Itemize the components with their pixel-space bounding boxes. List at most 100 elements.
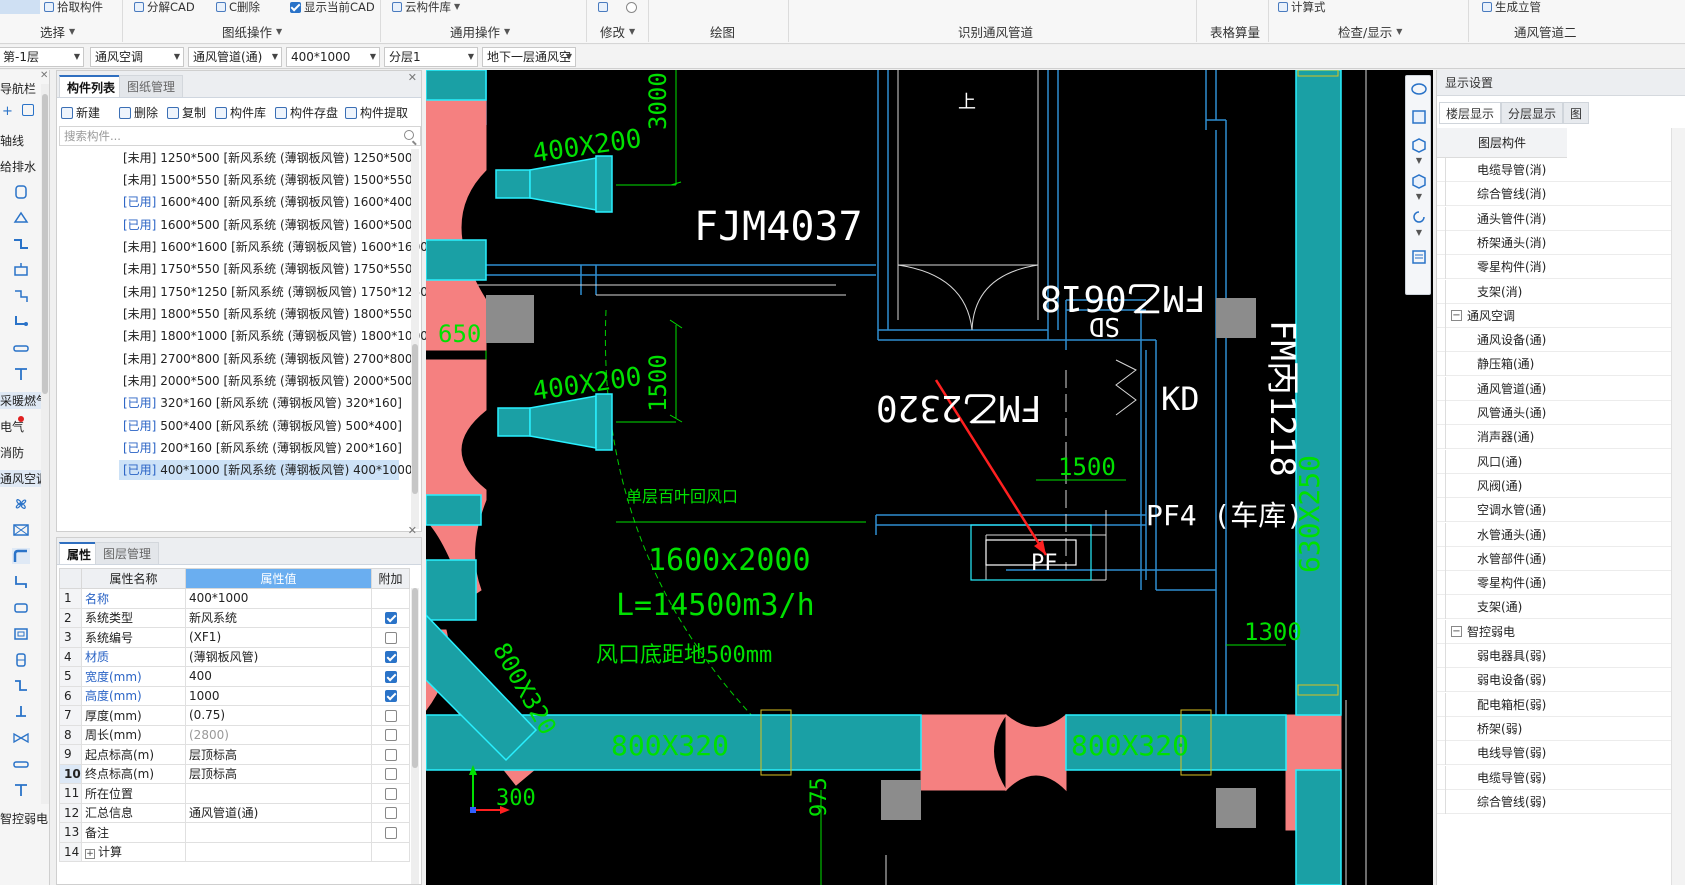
- tab-floor-display[interactable]: 楼层显示: [1439, 102, 1502, 124]
- property-value[interactable]: (XF1): [185, 627, 372, 648]
- component-item[interactable]: [未用] 1800*1000 [新风系统 (薄钢板风管) 1800*1000]: [119, 326, 433, 346]
- property-value[interactable]: 400*1000: [185, 588, 372, 609]
- generate-riser-button[interactable]: 生成立管: [1482, 0, 1541, 14]
- panel-close-icon[interactable]: ✕: [408, 71, 417, 84]
- property-value[interactable]: [185, 783, 372, 804]
- floor-select[interactable]: 第-1层 ▼: [0, 47, 84, 67]
- group-check-display[interactable]: 检查/显示 ▼: [1338, 22, 1402, 40]
- group-duct-two[interactable]: 通风管道二: [1514, 22, 1577, 40]
- drawing-select[interactable]: 地下一层通风空 ▼: [482, 47, 576, 67]
- water-valve-icon[interactable]: [12, 730, 30, 746]
- tab-properties[interactable]: 属性: [59, 542, 100, 564]
- property-row[interactable]: 10 终点标高(m) 层顶标高: [59, 763, 410, 784]
- component-item[interactable]: [已用] 1600*400 [新风系统 (薄钢板风管) 1600*400]: [119, 192, 417, 212]
- nav-edit-icon[interactable]: [22, 104, 34, 116]
- property-row[interactable]: 2 系统类型 新风系统: [59, 607, 410, 628]
- property-row[interactable]: 4 材质 (薄钢板风管): [59, 646, 410, 667]
- layer-component-row[interactable]: 风管通头(通): [1437, 401, 1685, 425]
- component-item[interactable]: [未用] 1250*500 [新风系统 (薄钢板风管) 1250*500]: [119, 148, 417, 168]
- box-icon[interactable]: [12, 626, 30, 642]
- property-value[interactable]: [185, 822, 372, 843]
- show-current-cad-checkbox[interactable]: 显示当前CAD: [290, 0, 375, 14]
- component-size-select[interactable]: 400*1000 ▼: [286, 47, 380, 67]
- checkbox[interactable]: [385, 807, 397, 820]
- layer-group-row[interactable]: − 通风空调: [1437, 303, 1685, 328]
- component-item[interactable]: [未用] 1600*1600 [新风系统 (薄钢板风管) 1600*1600]: [119, 237, 433, 257]
- component-list-scroll-thumb[interactable]: [412, 344, 418, 494]
- tab-drawing-display[interactable]: 图: [1563, 102, 1590, 124]
- right-panel-scrollbar[interactable]: [1671, 128, 1685, 885]
- explode-cad-button[interactable]: 分解CAD: [134, 0, 195, 14]
- view-settings-icon[interactable]: [1410, 248, 1428, 266]
- delete-cad-button[interactable]: C删除: [216, 0, 260, 14]
- property-row[interactable]: 7 厚度(mm) (0.75): [59, 705, 410, 726]
- new-component-button[interactable]: 新建: [61, 104, 100, 121]
- component-library-button[interactable]: 构件库: [215, 104, 266, 121]
- nav-scrollbar[interactable]: [41, 84, 49, 804]
- group-common-ops[interactable]: 通用操作 ▼: [450, 22, 510, 40]
- nav-item-smart-weak[interactable]: 智控弱电: [0, 810, 48, 827]
- 3d-view-icon[interactable]: [1410, 108, 1428, 126]
- sanitary-fixture-icon[interactable]: [12, 184, 30, 200]
- property-value[interactable]: 1000: [185, 685, 372, 706]
- property-row[interactable]: 14 + 计算: [59, 841, 410, 862]
- extract-component-button[interactable]: 构件提取: [345, 104, 408, 121]
- property-value[interactable]: [185, 841, 372, 862]
- panel-close-icon[interactable]: ✕: [408, 524, 417, 537]
- bracket-icon[interactable]: [12, 782, 30, 798]
- layer-component-row[interactable]: 水管部件(通): [1437, 546, 1685, 571]
- layer-component-row[interactable]: 消声器(通): [1437, 425, 1685, 450]
- property-row[interactable]: 9 起点标高(m) 层顶标高: [59, 744, 410, 765]
- discipline-select[interactable]: 通风空调 ▼: [90, 47, 184, 67]
- property-value[interactable]: 通风管道(通): [185, 802, 372, 823]
- property-row[interactable]: 3 系统编号 (XF1): [59, 627, 410, 648]
- checkbox[interactable]: [385, 768, 397, 781]
- property-row[interactable]: 1 名称 400*1000: [59, 588, 410, 609]
- component-item[interactable]: [已用] 500*400 [新风系统 (薄钢板风管) 500*400]: [119, 416, 402, 436]
- layer-component-row[interactable]: 弱电器具(弱): [1437, 644, 1685, 668]
- component-item[interactable]: [未用] 1800*550 [新风系统 (薄钢板风管) 1800*550]: [119, 304, 417, 324]
- nav-item-heating-gas[interactable]: 采暖燃气: [0, 392, 48, 409]
- group-drawing-ops[interactable]: 图纸操作 ▼: [222, 22, 282, 40]
- tab-layer-display[interactable]: 分层显示: [1501, 102, 1564, 124]
- cloud-library-button[interactable]: 云构件库 ▼: [392, 0, 460, 14]
- nav-item-axis[interactable]: 轴线: [0, 132, 24, 149]
- property-value[interactable]: (0.75): [185, 705, 372, 726]
- property-value[interactable]: (薄钢板风管): [185, 646, 372, 667]
- property-row[interactable]: 6 高度(mm) 1000: [59, 685, 410, 706]
- layer-component-row[interactable]: 支架(通): [1437, 595, 1685, 620]
- property-value[interactable]: (2800): [185, 724, 372, 745]
- component-item[interactable]: [已用] 1600*500 [新风系统 (薄钢板风管) 1600*500]: [119, 215, 417, 235]
- layer-component-row[interactable]: 通风设备(通): [1437, 328, 1685, 353]
- group-table-calc[interactable]: 表格算量: [1210, 22, 1260, 40]
- property-row[interactable]: 5 宽度(mm) 400: [59, 666, 410, 687]
- layer-component-row[interactable]: 静压箱(通): [1437, 352, 1685, 377]
- property-value[interactable]: 层顶标高: [185, 744, 372, 765]
- component-item[interactable]: [未用] 1750*1250 [新风系统 (薄钢板风管) 1750*1250]: [119, 282, 433, 302]
- connector-icon[interactable]: [12, 340, 30, 356]
- layer-component-row[interactable]: 风口(通): [1437, 449, 1685, 474]
- equipment-icon[interactable]: [12, 210, 30, 226]
- checkbox[interactable]: [385, 787, 397, 800]
- component-item[interactable]: [未用] 2000*500 [新风系统 (薄钢板风管) 2000*500]: [119, 371, 417, 391]
- layer-component-row[interactable]: 空调水管(通): [1437, 498, 1685, 523]
- layer-component-row[interactable]: 风阀(通): [1437, 473, 1685, 498]
- nav-scroll-thumb[interactable]: [42, 94, 48, 394]
- properties-scrollbar[interactable]: [411, 588, 419, 884]
- pick-component-button[interactable]: 拾取构件: [44, 0, 103, 14]
- layer-component-row[interactable]: 弱电设备(弱): [1437, 668, 1685, 693]
- component-list-scrollbar[interactable]: [411, 149, 419, 529]
- group-modify[interactable]: 修改 ▼: [600, 22, 635, 40]
- layer-component-row[interactable]: 支架(消): [1437, 279, 1685, 304]
- layer-component-row[interactable]: 综合管线(消): [1437, 182, 1685, 207]
- pipe-part-icon[interactable]: [12, 756, 30, 772]
- copy-component-button[interactable]: 复制: [167, 104, 206, 121]
- component-item[interactable]: [已用] 320*160 [新风系统 (薄钢板风管) 320*160]: [119, 393, 402, 413]
- layer-group-row[interactable]: − 智控弱电: [1437, 619, 1685, 644]
- component-item[interactable]: [已用] 200*160 [新风系统 (薄钢板风管) 200*160]: [119, 438, 402, 458]
- checkbox-checked[interactable]: [385, 670, 397, 683]
- dynamic-observe-icon[interactable]: [1410, 208, 1428, 226]
- checkbox[interactable]: [385, 748, 397, 761]
- component-type-select[interactable]: 通风管道(通) ▼: [188, 47, 282, 67]
- checkbox-checked[interactable]: [385, 612, 397, 625]
